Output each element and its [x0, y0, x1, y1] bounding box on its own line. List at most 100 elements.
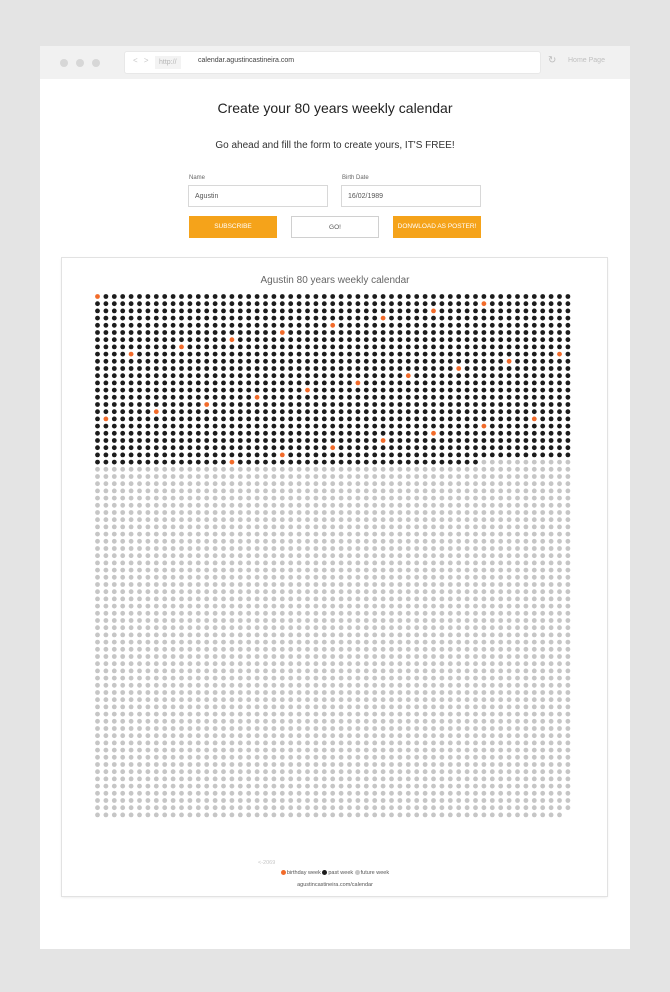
week-dot: [389, 531, 394, 537]
week-dot: [330, 646, 336, 652]
week-dot: [145, 510, 151, 515]
week-dot: [120, 776, 126, 782]
week-dot: [212, 567, 218, 573]
week-dot: [515, 546, 520, 551]
week-dot: [422, 387, 428, 393]
week-dot: [431, 690, 436, 695]
week-dot: [473, 783, 478, 789]
week-dot: [363, 294, 369, 299]
week-dot: [557, 632, 562, 638]
week-dot: [439, 812, 445, 818]
week-dot: [279, 754, 285, 760]
week-dot: [456, 438, 462, 443]
week-dot: [565, 430, 571, 436]
week-dot: [179, 466, 184, 472]
week-dot: [548, 553, 554, 559]
week-dot: [347, 596, 352, 602]
week-dot: [498, 351, 504, 357]
week-dot: [506, 351, 512, 357]
week-dot: [515, 618, 520, 623]
week-dot: [221, 337, 226, 343]
week-dot: [397, 798, 403, 803]
week-dot: [305, 682, 310, 688]
week-dot: [288, 567, 294, 573]
week-dot: [254, 445, 260, 451]
week-dot: [271, 805, 277, 811]
week-dot: [355, 358, 361, 364]
week-dot: [330, 682, 336, 688]
week-dot: [397, 301, 403, 307]
week-dot: [439, 740, 445, 746]
week-dot: [179, 416, 184, 422]
week-dot: [95, 582, 100, 587]
week-dot: [389, 366, 394, 371]
week-dot: [271, 430, 277, 436]
week-dot: [170, 502, 176, 508]
week-dot: [565, 337, 571, 343]
week-dot: [271, 466, 277, 472]
week-dot: [195, 646, 201, 652]
week-dot: [187, 639, 193, 645]
week-dot: [523, 632, 529, 638]
week-dot: [221, 704, 226, 710]
week-dot: [120, 704, 126, 710]
week-dot: [204, 423, 210, 429]
week-dot: [414, 409, 420, 415]
week-dot: [162, 560, 168, 566]
week-dot: [128, 812, 134, 818]
week-dot: [397, 531, 403, 537]
credit-link[interactable]: agustincastineira.com/calendar: [0, 882, 670, 888]
week-dot: [120, 294, 126, 299]
week-dot: [195, 625, 201, 631]
week-dot: [439, 596, 445, 602]
week-dot: [204, 409, 210, 415]
week-dot: [246, 322, 252, 328]
week-dot: [565, 402, 571, 407]
week-dot: [531, 315, 537, 321]
week-dot: [531, 798, 537, 803]
week-dot: [137, 344, 142, 350]
week-dot: [531, 351, 537, 357]
week-dot: [439, 459, 445, 465]
week-dot: [246, 474, 252, 479]
week-dot: [557, 459, 562, 465]
week-dot: [279, 733, 285, 739]
week-dot: [187, 322, 193, 328]
week-dot: [447, 344, 453, 350]
week-dot: [246, 646, 252, 652]
week-dot: [506, 754, 512, 760]
week-dot: [439, 330, 445, 335]
week-dot: [279, 690, 285, 695]
week-dot: [523, 502, 529, 508]
week-dot: [456, 726, 462, 731]
week-dot: [338, 632, 344, 638]
week-dot: [464, 754, 470, 760]
week-dot: [128, 690, 134, 695]
week-dot: [372, 481, 378, 487]
week-dot: [347, 553, 352, 559]
week-dot: [389, 776, 394, 782]
week-dot: [145, 488, 151, 494]
week-dot: [229, 430, 235, 436]
week-dot: [489, 294, 495, 299]
week-dot: [372, 387, 378, 393]
week-dot: [431, 697, 436, 703]
week-dot: [338, 682, 344, 688]
week-dot: [523, 740, 529, 746]
week-dot: [531, 560, 537, 566]
week-dot: [246, 308, 252, 314]
week-dot: [254, 646, 260, 652]
week-dot: [414, 668, 420, 674]
week-dot: [195, 438, 201, 443]
week-dot: [389, 632, 394, 638]
week-dot: [111, 553, 117, 559]
week-dot: [565, 567, 571, 573]
week-dot: [195, 690, 201, 695]
week-dot: [464, 668, 470, 674]
week-dot: [372, 704, 378, 710]
week-dot: [170, 394, 176, 400]
week-dot: [95, 790, 100, 796]
week-dot: [506, 747, 512, 753]
week-dot: [212, 733, 218, 739]
week-dot: [212, 294, 218, 299]
